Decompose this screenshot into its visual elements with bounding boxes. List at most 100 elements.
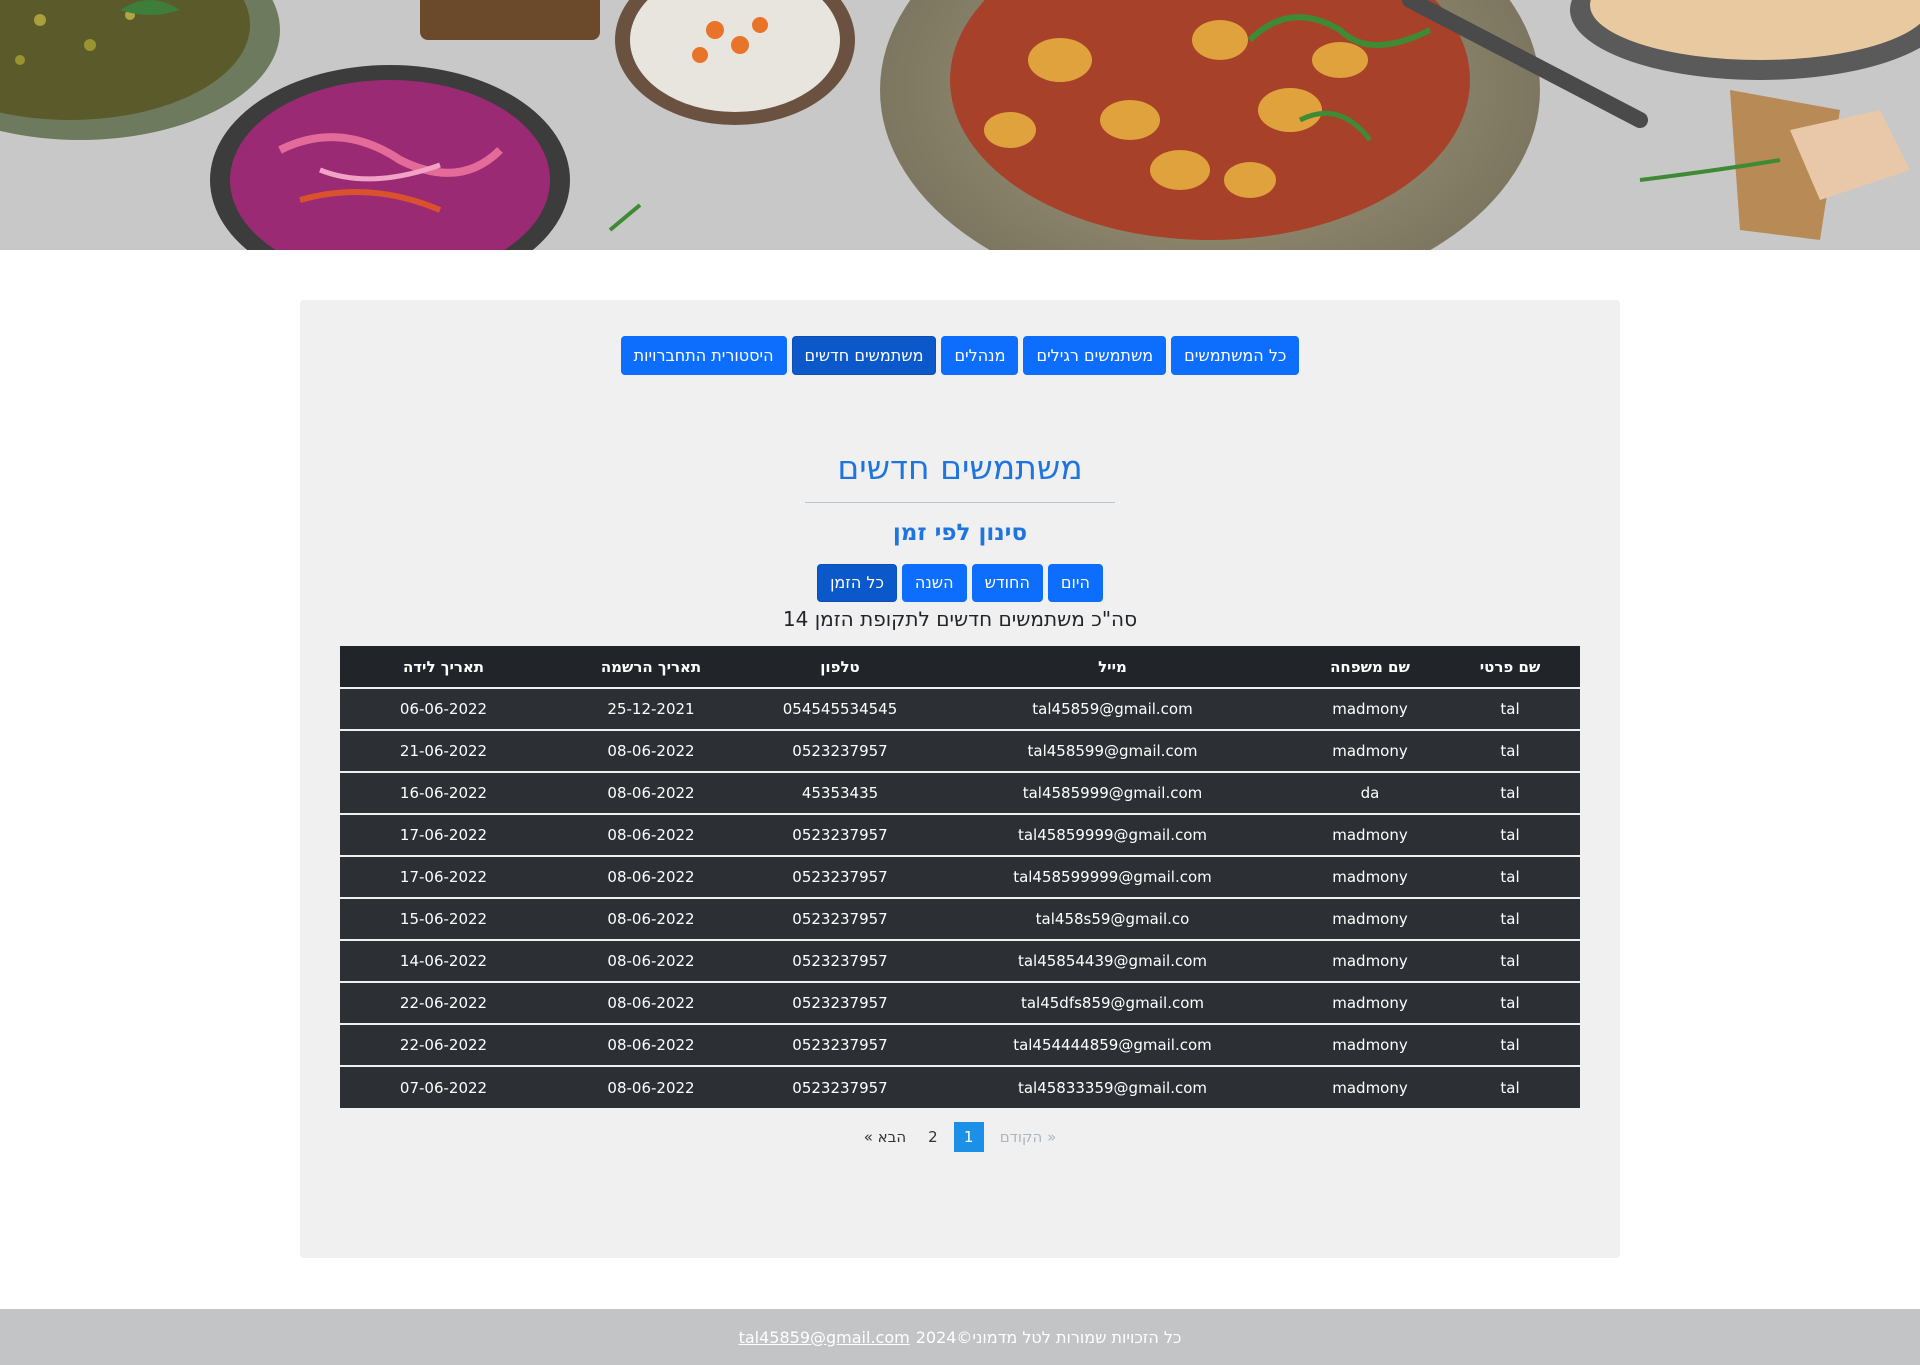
cell-first-name: tal [1500, 700, 1520, 718]
cell-birth-date: 17-06-2022 [399, 826, 488, 844]
pagination-previous-link[interactable]: « הקודם [994, 1128, 1063, 1146]
cell-email: tal45854439@gmail.com [1017, 952, 1208, 970]
cell-registration-date: 08-06-2022 [607, 826, 695, 844]
cell-registration-date: 08-06-2022 [607, 868, 695, 886]
cell-email: tal45833359@gmail.com [1017, 1078, 1208, 1097]
cell-phone: 0523237957 [792, 952, 888, 970]
cell-birth-date: 17-06-2022 [399, 868, 488, 886]
content-panel: כל המשתמשים משתמשים רגילים מנהלים משתמשי… [300, 300, 1620, 1258]
table-row[interactable]: tal madmony tal45854439@gmail.com 052323795… [340, 940, 1580, 982]
cell-email: tal45dfs859@gmail.com [1020, 994, 1205, 1012]
column-header-birth-date[interactable]: תאריך לידה [340, 646, 547, 688]
cell-email: tal454444859@gmail.com [1013, 1036, 1212, 1054]
table-row[interactable]: tal da tal4585999@gmail.com 45353435 08-06-2… [340, 772, 1580, 814]
column-header-registration-date[interactable]: תאריך הרשמה [547, 646, 755, 688]
nav-regular-users-button[interactable]: משתמשים רגילים [1023, 336, 1167, 375]
cell-last-name: madmony [1332, 742, 1408, 760]
cell-last-name: da [1360, 784, 1380, 802]
cell-registration-date: 08-06-2022 [607, 742, 695, 760]
cell-last-name: madmony [1332, 868, 1408, 886]
pagination-page-1[interactable]: 1 [953, 1122, 984, 1152]
time-filter-group: היום החודש השנה כל הזמן [300, 564, 1620, 602]
cell-birth-date: 22-06-2022 [399, 994, 488, 1012]
cell-phone: 0523237957 [792, 1036, 888, 1054]
cell-email: tal458s59@gmail.co [1035, 910, 1190, 928]
nav-login-history-button[interactable]: היסטורית התחברויות [620, 336, 787, 375]
table-body: tal madmony tal45859@gmail.com 054545534545… [340, 688, 1580, 1108]
cell-registration-date: 08-06-2022 [607, 784, 695, 802]
page-title: משתמשים חדשים [837, 448, 1083, 487]
table-row[interactable]: tal madmony tal45859@gmail.com 054545534545… [340, 688, 1580, 730]
cell-registration-date: 08-06-2022 [607, 952, 695, 970]
cell-email: tal45859999@gmail.com [1017, 826, 1208, 844]
cell-phone: 0523237957 [792, 910, 888, 928]
cell-last-name: madmony [1332, 952, 1408, 970]
cell-email: tal458599@gmail.com [1027, 742, 1198, 760]
cell-first-name: tal [1500, 994, 1520, 1012]
title-divider [805, 502, 1115, 503]
table-header-row: שם פרטי שם משפחה מייל טלפון תאריך הרשמה … [340, 646, 1580, 688]
cell-birth-date: 16-06-2022 [399, 784, 488, 802]
cell-registration-date: 08-06-2022 [607, 1036, 695, 1054]
cell-registration-date: 25-12-2021 [607, 700, 695, 718]
cell-first-name: tal [1500, 910, 1520, 928]
cell-phone: 0523237957 [792, 826, 888, 844]
filter-today-button[interactable]: היום [1047, 564, 1103, 602]
table-row[interactable]: tal madmony tal45833359@gmail.com 052323795… [340, 1066, 1580, 1108]
nav-admins-button[interactable]: מנהלים [941, 336, 1019, 375]
column-header-last-name[interactable]: שם משפחה [1300, 646, 1440, 688]
cell-registration-date: 08-06-2022 [607, 1078, 695, 1097]
cell-email: tal45859@gmail.com [1032, 700, 1193, 718]
table-row[interactable]: tal madmony tal458s59@gmail.co 0523237957 08… [340, 898, 1580, 940]
hero-banner-image [0, 0, 1920, 250]
cell-last-name: madmony [1332, 1036, 1408, 1054]
nav-new-users-button[interactable]: משתמשים חדשים [791, 336, 937, 375]
table-row[interactable]: tal madmony tal454444859@gmail.com 05232379… [340, 1024, 1580, 1066]
cell-birth-date: 06-06-2022 [399, 700, 488, 718]
new-users-summary: סה"כ משתמשים חדשים לתקופת הזמן 14 [782, 607, 1138, 631]
cell-birth-date: 07-06-2022 [399, 1078, 488, 1097]
cell-first-name: tal [1500, 742, 1520, 760]
cell-first-name: tal [1500, 952, 1520, 970]
table-row[interactable]: tal madmony tal45dfs859@gmail.com 052323795… [340, 982, 1580, 1024]
cell-phone: 0523237957 [792, 742, 888, 760]
cell-first-name: tal [1500, 1078, 1520, 1097]
cell-first-name: tal [1500, 1036, 1520, 1054]
cell-last-name: madmony [1332, 826, 1408, 844]
cell-phone: 0523237957 [792, 868, 888, 886]
food-banner-illustration [0, 0, 1920, 250]
cell-last-name: madmony [1332, 1078, 1408, 1097]
cell-email: tal4585999@gmail.com [1022, 784, 1203, 802]
cell-birth-date: 14-06-2022 [399, 952, 488, 970]
table-row[interactable]: tal madmony tal458599999@gmail.com 05232379… [340, 856, 1580, 898]
footer-email-link[interactable]: tal45859@gmail.com [739, 1328, 910, 1347]
table-row[interactable]: tal madmony tal45859999@gmail.com 052323795… [340, 814, 1580, 856]
cell-phone: 054545534545 [782, 700, 898, 718]
cell-email: tal458599999@gmail.com [1013, 868, 1212, 886]
column-header-email[interactable]: מייל [925, 646, 1300, 688]
cell-last-name: madmony [1332, 994, 1408, 1012]
pagination-page-2[interactable]: 2 [922, 1128, 944, 1146]
cell-last-name: madmony [1332, 700, 1408, 718]
cell-phone: 0523237957 [792, 994, 888, 1012]
column-header-phone[interactable]: טלפון [755, 646, 925, 688]
table-row[interactable]: tal madmony tal458599@gmail.com 0523237957 0… [340, 730, 1580, 772]
admin-nav: כל המשתמשים משתמשים רגילים מנהלים משתמשי… [300, 336, 1620, 375]
filter-all-time-button[interactable]: כל הזמן [817, 564, 897, 602]
cell-birth-date: 15-06-2022 [399, 910, 488, 928]
cell-registration-date: 08-06-2022 [607, 994, 695, 1012]
filter-year-button[interactable]: השנה [901, 564, 967, 602]
cell-phone: 45353435 [801, 784, 879, 802]
nav-all-users-button[interactable]: כל המשתמשים [1171, 336, 1300, 375]
filter-month-button[interactable]: החודש [971, 564, 1043, 602]
cell-last-name: madmony [1332, 910, 1408, 928]
cell-birth-date: 21-06-2022 [399, 742, 488, 760]
cell-first-name: tal [1500, 826, 1520, 844]
cell-phone: 0523237957 [792, 1078, 888, 1097]
cell-first-name: tal [1500, 784, 1520, 802]
column-header-first-name[interactable]: שם פרטי [1440, 646, 1580, 688]
pagination: « הקודם 1 2 הבא » [300, 1122, 1620, 1152]
cell-registration-date: 08-06-2022 [607, 910, 695, 928]
pagination-next-link[interactable]: הבא » [858, 1128, 912, 1146]
footer-copyright: כל הזכויות שמורות לטל מדמוני©2024 [915, 1327, 1182, 1347]
